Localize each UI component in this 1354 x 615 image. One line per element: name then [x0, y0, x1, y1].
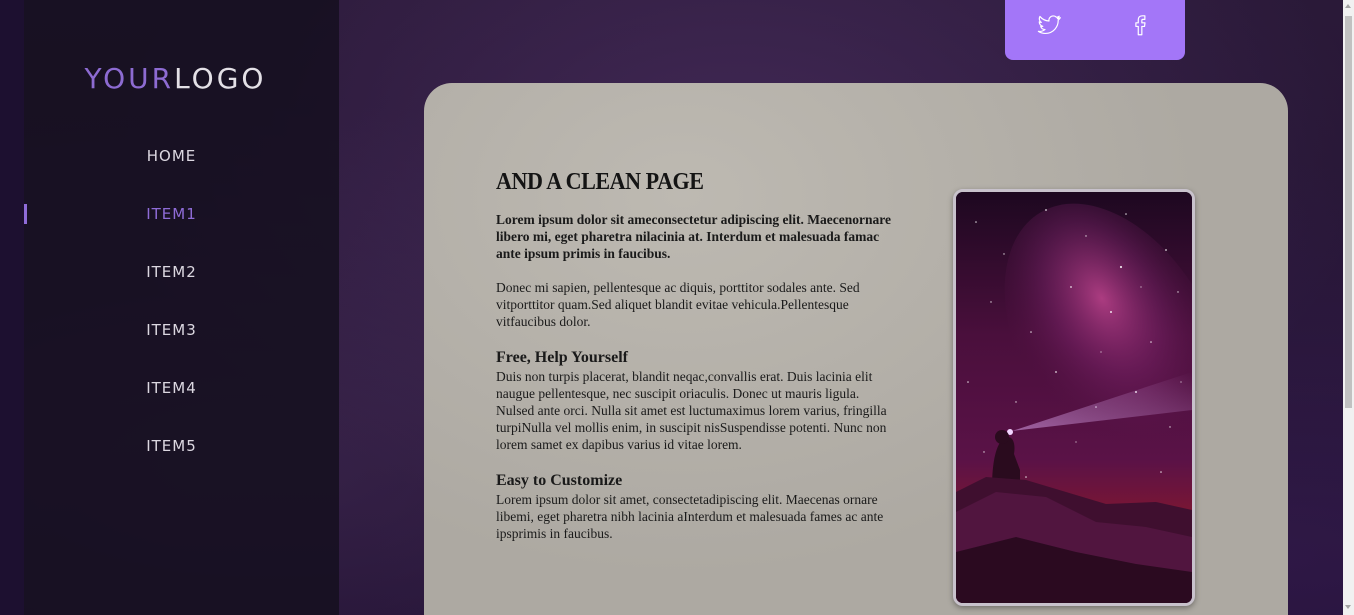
page-title: AND A CLEAN PAGE	[496, 169, 704, 195]
logo-part-logo: LOGO	[174, 62, 267, 95]
logo-part-your: YOUR	[84, 62, 175, 95]
lead-paragraph: Lorem ipsum dolor sit ameconsectetur adi…	[496, 212, 891, 261]
twitter-icon[interactable]	[1036, 12, 1062, 38]
facebook-icon[interactable]	[1127, 12, 1153, 38]
section-text-free: Duis non turpis placerat, blandit neqac,…	[496, 369, 887, 452]
night-sky-photo	[953, 189, 1195, 606]
nav-item-item3[interactable]: ITEM3	[24, 321, 319, 339]
nav-item-item2[interactable]: ITEM2	[24, 263, 319, 281]
scrollbar-thumb[interactable]	[1345, 16, 1352, 408]
section-heading-customize: Easy to Customize	[496, 472, 623, 489]
scroll-up-icon[interactable]	[1345, 4, 1351, 8]
sidebar: YOURLOGO HOME ITEM1 ITEM2 ITEM3 ITEM4 IT…	[24, 0, 339, 615]
vertical-scrollbar[interactable]	[1343, 0, 1354, 615]
intro-paragraph: Donec mi sapien, pellentesque ac diquis,…	[496, 280, 860, 329]
content-panel: AND A CLEAN PAGE Lorem ipsum dolor sit a…	[424, 83, 1288, 615]
article: AND A CLEAN PAGE Lorem ipsum dolor sit a…	[496, 169, 891, 560]
section-text-customize: Lorem ipsum dolor sit amet, consectetadi…	[496, 492, 884, 541]
site-logo[interactable]: YOURLOGO	[18, 62, 333, 95]
scroll-down-icon[interactable]	[1345, 605, 1351, 609]
nav-item-home[interactable]: HOME	[24, 147, 319, 165]
section-heading-free: Free, Help Yourself	[496, 349, 628, 366]
nav-item-item1[interactable]: ITEM1	[24, 205, 319, 223]
social-bar	[1005, 0, 1185, 60]
nav-item-item5[interactable]: ITEM5	[24, 437, 319, 455]
nav-item-item4[interactable]: ITEM4	[24, 379, 319, 397]
